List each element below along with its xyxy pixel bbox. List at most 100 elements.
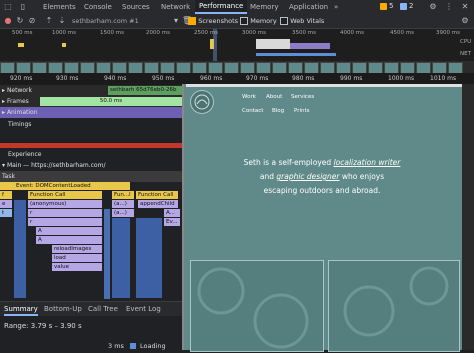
flame-a-dots[interactable]: A... <box>164 209 180 217</box>
timeline-scrollbar[interactable] <box>462 84 474 350</box>
chevron-down-icon[interactable]: ▾ <box>171 16 181 26</box>
kebab-menu-icon[interactable]: ⋮ <box>444 2 454 12</box>
memory-toggle[interactable]: Memory <box>240 17 277 25</box>
flame-ev[interactable]: Ev... <box>164 218 180 226</box>
flame-function-call[interactable]: Function Call <box>28 191 102 199</box>
tab-application[interactable]: Application <box>289 0 328 14</box>
flame-appendchild[interactable]: appendChild <box>138 200 178 208</box>
inspect-element-icon[interactable]: ⬚ <box>3 2 13 12</box>
flame-load[interactable]: load <box>52 254 102 262</box>
flame-anon-short[interactable]: (a...) <box>112 200 134 208</box>
nav-services[interactable]: Services <box>291 94 314 100</box>
tab-sources[interactable]: Sources <box>122 0 150 14</box>
ruler-tick: 990 ms <box>340 75 363 82</box>
performance-toolbar: ● ↻ ⊘ ⇡ ⇣ sethbarham.com #1 ▾ 🗑 Screensh… <box>0 14 474 29</box>
details-tab-bar: Summary Bottom-Up Call Tree Event Log <box>0 301 182 317</box>
upload-icon[interactable]: ⇡ <box>44 16 54 26</box>
reload-record-icon[interactable]: ↻ <box>15 16 25 26</box>
tab-elements[interactable]: Elements <box>43 0 76 14</box>
capture-settings-gear-icon[interactable]: ⚙ <box>460 16 470 26</box>
site-card-right[interactable] <box>328 260 460 352</box>
site-card-left[interactable] <box>190 260 324 352</box>
chevron-right-icon[interactable]: ▸ <box>2 87 5 94</box>
tab-more[interactable]: » <box>334 0 338 14</box>
site-logo[interactable] <box>190 90 214 114</box>
record-icon[interactable]: ● <box>3 16 13 26</box>
webvitals-toggle[interactable]: Web Vitals <box>280 17 324 25</box>
selection-window[interactable] <box>213 29 217 61</box>
close-icon[interactable]: ✕ <box>460 2 470 12</box>
recording-select[interactable]: sethbarham.com #1 <box>72 16 172 26</box>
experience-track-label: Experience <box>8 151 42 158</box>
tab-network[interactable]: Network <box>161 0 190 14</box>
clear-icon[interactable]: ⊘ <box>27 16 37 26</box>
flame-a[interactable]: A <box>36 227 102 235</box>
gear-icon[interactable]: ⚙ <box>428 2 438 12</box>
tab-memory[interactable]: Memory <box>250 0 278 14</box>
nav-prints[interactable]: Prints <box>294 108 310 114</box>
checkbox-checked-icon[interactable] <box>188 17 196 25</box>
timings-track[interactable]: Timings <box>0 119 182 130</box>
nav-work[interactable]: Work <box>242 94 256 100</box>
flame-dense-bar[interactable] <box>136 218 162 298</box>
flame-anonymous[interactable]: (anonymous) <box>28 200 102 208</box>
loading-swatch <box>130 343 136 349</box>
flame-reloadimages[interactable]: reloadImages <box>52 245 102 253</box>
screenshots-toggle[interactable]: Screenshots <box>188 17 238 25</box>
frames-track-label: Frames <box>6 98 29 105</box>
network-request-bar[interactable]: sethbarh 65d76eb0-26b <box>108 86 182 95</box>
network-track[interactable]: ▸ Network sethbarh 65d76eb0-26b <box>0 85 182 96</box>
issues-icon[interactable] <box>400 3 407 10</box>
flame-e[interactable]: e <box>0 200 12 208</box>
nav-about[interactable]: About <box>266 94 282 100</box>
range-text: Range: 3.79 s – 3.90 s <box>4 322 82 330</box>
ruler-tick: 960 ms <box>200 75 223 82</box>
main-track-header[interactable]: ▾ Main — https://sethbarham.com/ <box>0 160 182 171</box>
tab-bottom-up[interactable]: Bottom-Up <box>44 302 82 316</box>
task-row[interactable]: Task <box>0 171 182 182</box>
frames-track[interactable]: ▸ Frames 50.0 ms <box>0 96 182 107</box>
timeline-overview[interactable]: 500 ms 1000 ms 1500 ms 2000 ms 2500 ms 3… <box>0 29 474 62</box>
link-localization-writer[interactable]: localization writer <box>334 158 401 167</box>
tab-console[interactable]: Console <box>84 0 112 14</box>
flame-dense-bar[interactable] <box>104 209 110 299</box>
chevron-right-icon[interactable]: ▸ <box>2 98 5 105</box>
tab-event-log[interactable]: Event Log <box>126 302 161 316</box>
warning-icon[interactable] <box>380 3 387 10</box>
experience-bar[interactable] <box>0 143 182 148</box>
ruler-tick: 920 ms <box>10 75 33 82</box>
link-graphic-designer[interactable]: graphic designer <box>276 172 339 181</box>
nav-contact[interactable]: Contact <box>242 108 263 114</box>
checkbox-icon[interactable] <box>240 17 248 25</box>
flame-dense-bar[interactable] <box>14 200 26 298</box>
flame-anon-short[interactable]: (a...) <box>112 209 134 217</box>
flame-t[interactable]: t <box>0 209 12 217</box>
experience-track[interactable]: Experience <box>0 149 182 160</box>
animation-track[interactable]: ▸ Animation <box>0 107 182 118</box>
ruler-tick: 940 ms <box>104 75 127 82</box>
chevron-right-icon[interactable]: ▸ <box>2 109 5 116</box>
flame-r[interactable]: r <box>28 218 102 226</box>
warnings-count[interactable]: 5 <box>389 2 393 10</box>
nav-blog[interactable]: Blog <box>272 108 284 114</box>
screenshot-filmstrip[interactable] <box>0 61 474 74</box>
device-toolbar-icon[interactable]: ▯ <box>18 2 28 12</box>
tab-call-tree[interactable]: Call Tree <box>88 302 118 316</box>
flame-function-call[interactable]: Function Call <box>136 191 178 199</box>
webvitals-label: Web Vitals <box>290 17 325 25</box>
chevron-down-icon[interactable]: ▾ <box>2 162 5 169</box>
flame-function-call[interactable]: Fun...l <box>112 191 134 199</box>
errors-count[interactable]: 2 <box>409 2 413 10</box>
cpu-activity <box>290 43 330 49</box>
tab-performance[interactable]: Performance <box>195 0 248 14</box>
download-icon[interactable]: ⇣ <box>57 16 67 26</box>
flame-dense-bar[interactable] <box>112 218 130 298</box>
flame-a[interactable]: A <box>36 236 102 244</box>
flame-r[interactable]: r <box>28 209 102 217</box>
flame-f[interactable]: f <box>0 191 12 199</box>
flame-event-domcontentloaded[interactable]: Event: DOMContentLoaded <box>0 182 130 190</box>
frame-bar[interactable]: 50.0 ms <box>40 97 182 106</box>
checkbox-icon[interactable] <box>280 17 288 25</box>
tab-summary[interactable]: Summary <box>4 302 38 316</box>
flame-value[interactable]: value <box>52 263 102 271</box>
